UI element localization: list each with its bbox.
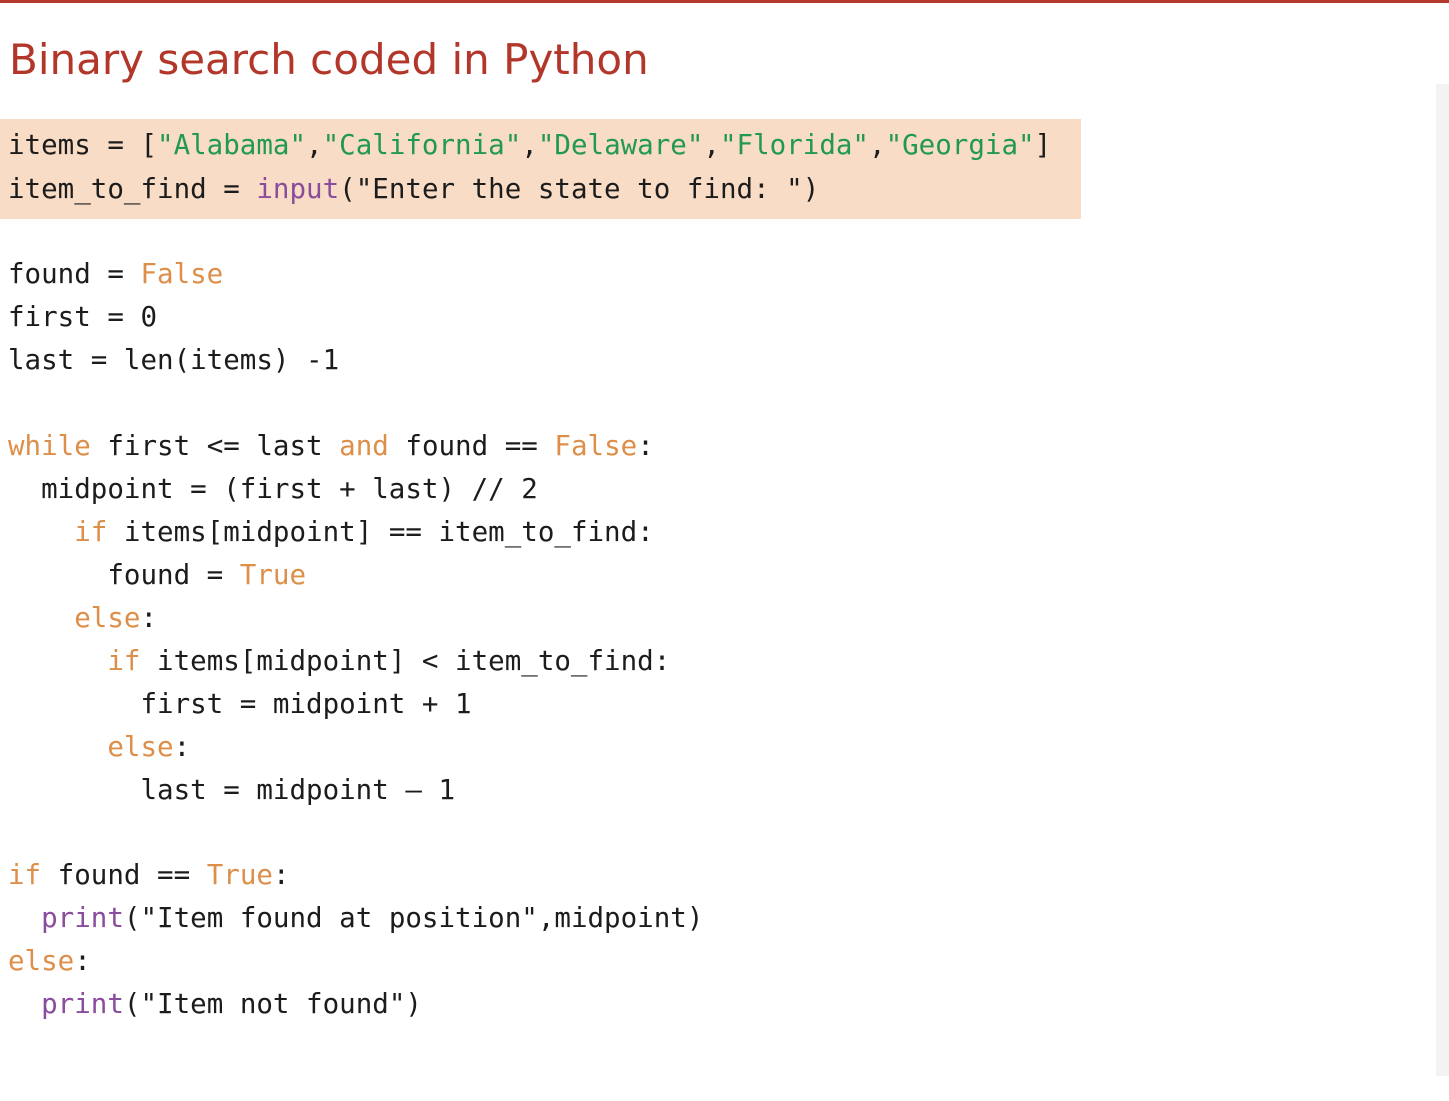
code-text: midpoint = (first + last) // 2 [8, 473, 538, 505]
code-text: last = midpoint – 1 [8, 774, 456, 806]
code-text: : [74, 945, 91, 977]
code-string: "Florida" [719, 129, 869, 161]
code-keyword: else [8, 945, 75, 977]
code-keyword: and [339, 430, 389, 462]
code-line: while first <= last and found == False: [8, 429, 654, 463]
code-text: , [703, 129, 720, 161]
code-line: if items[midpoint] < item_to_find: [8, 644, 670, 678]
code-text: ] [1034, 129, 1052, 161]
code-string: "California" [322, 129, 522, 161]
code-line: last = len(items) -1 [8, 343, 339, 377]
code-text: items[midpoint] == item_to_find: [107, 516, 654, 548]
code-text: ("Item not found") [123, 988, 422, 1020]
code-line: print("Item found at position",midpoint) [8, 901, 703, 935]
code-text: ("Item found at position",midpoint) [123, 902, 704, 934]
code-builtin: print [41, 902, 124, 934]
code-line: first = 0 [8, 300, 157, 334]
code-line: item_to_find = input("Enter the state to… [8, 172, 819, 206]
code-string: "Georgia" [885, 129, 1035, 161]
slide-title: Binary search coded in Python [9, 35, 649, 84]
code-keyword: True [239, 559, 307, 591]
code-keyword: if [107, 645, 141, 677]
code-text: first = 0 [8, 301, 158, 333]
code-line: else: [8, 730, 190, 764]
code-keyword: else [107, 731, 174, 763]
code-line: items = ["Alabama","California","Delawar… [8, 128, 1051, 162]
code-line: else: [8, 944, 91, 978]
code-keyword: False [554, 430, 638, 462]
code-line: last = midpoint – 1 [8, 773, 455, 807]
slide-edge-strip [1436, 84, 1449, 1076]
code-text: ("Enter the state to find: ") [339, 173, 820, 205]
code-keyword: while [8, 430, 91, 462]
code-builtin: print [41, 988, 124, 1020]
code-text: items = [ [8, 129, 158, 161]
top-accent-rule [0, 0, 1449, 3]
code-text: found == [41, 859, 207, 891]
code-keyword: else [74, 602, 141, 634]
code-builtin: input [256, 173, 340, 205]
code-text: item_to_find = [8, 173, 257, 205]
code-line: found = False [8, 257, 223, 291]
code-text: items[midpoint] < item_to_find: [140, 645, 671, 677]
code-keyword: if [74, 516, 108, 548]
code-text: : [637, 430, 654, 462]
code-text: first = midpoint + 1 [8, 688, 472, 720]
code-text: : [173, 731, 191, 763]
code-line: if items[midpoint] == item_to_find: [8, 515, 654, 549]
code-string: "Alabama" [157, 129, 307, 161]
code-text: , [521, 129, 538, 161]
code-line: if found == True: [8, 858, 290, 892]
code-line: found = True [8, 558, 306, 592]
code-line: midpoint = (first + last) // 2 [8, 472, 538, 506]
code-text: found = [8, 559, 240, 591]
code-text: : [272, 859, 290, 891]
code-text: , [306, 129, 323, 161]
code-text: first <= last [90, 430, 340, 462]
code-text: last = len(items) -1 [8, 344, 340, 376]
code-text: , [869, 129, 886, 161]
code-text: : [140, 602, 158, 634]
code-keyword: if [8, 859, 42, 891]
code-text: found = [8, 258, 141, 290]
code-keyword: True [206, 859, 273, 891]
code-keyword: False [140, 258, 224, 290]
code-string: "Delaware" [537, 129, 704, 161]
code-line: else: [8, 601, 157, 635]
code-line: first = midpoint + 1 [8, 687, 472, 721]
code-text: found == [388, 430, 555, 462]
code-line: print("Item not found") [8, 987, 422, 1021]
